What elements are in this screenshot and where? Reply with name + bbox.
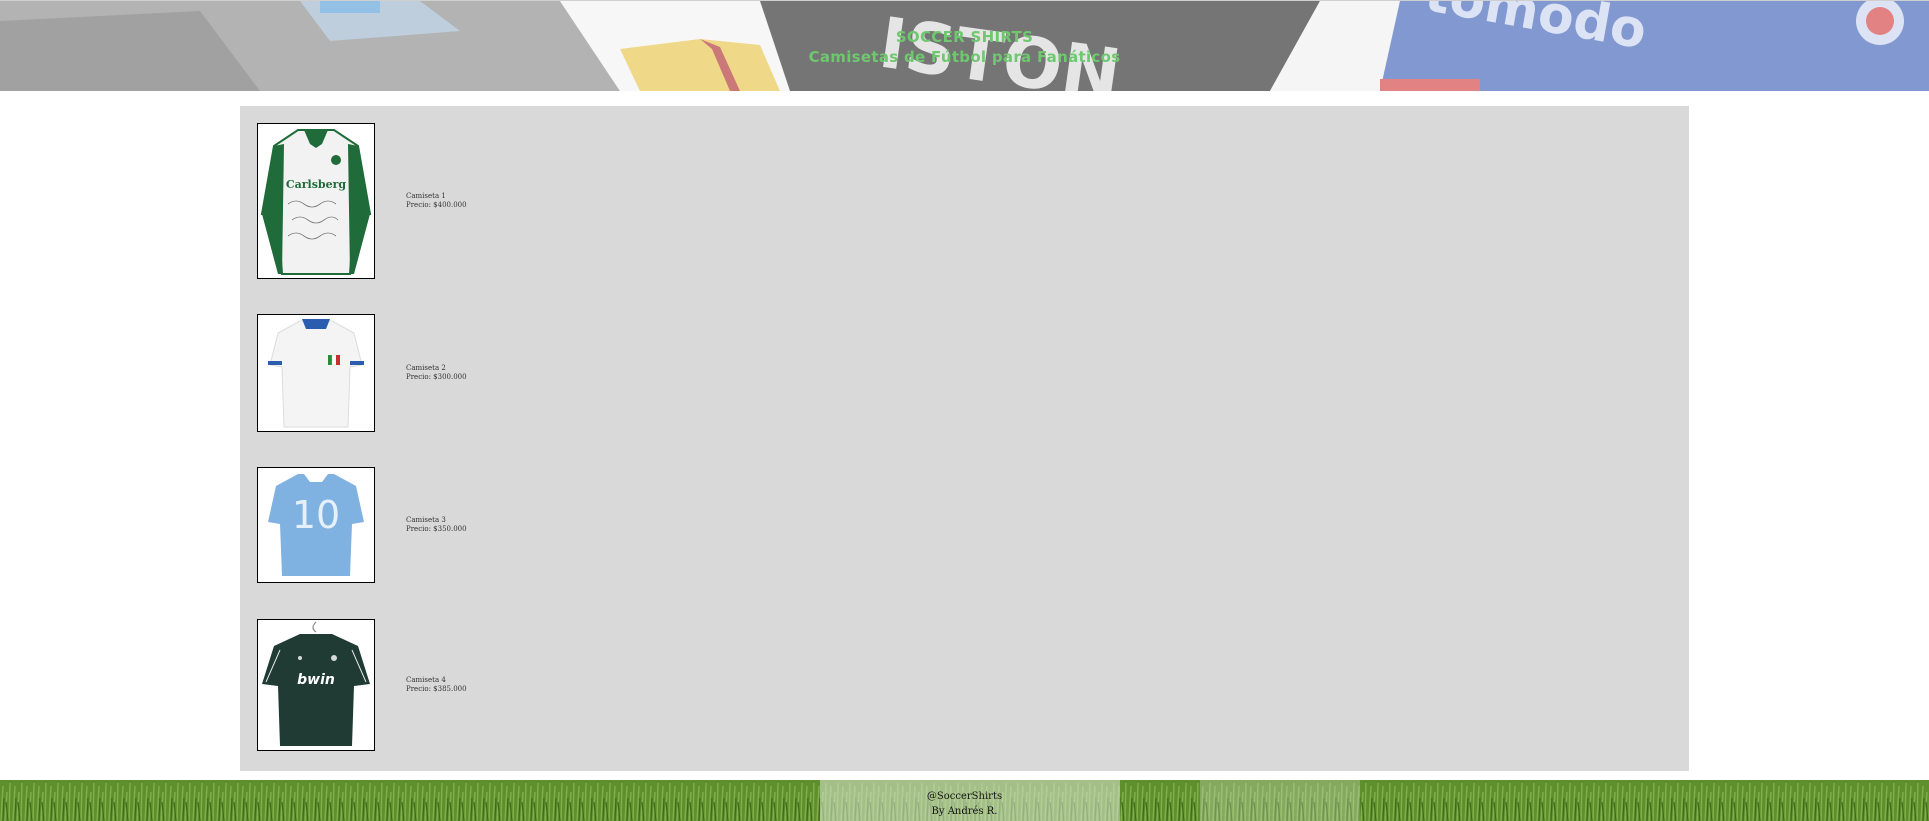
product-panel: Carlsberg Camiseta 1 Precio: $400.000 Ca…: [240, 106, 1689, 771]
footer: @SoccerShirts By Andrés R.: [0, 780, 1929, 821]
product-price: Precio: $300.000: [406, 373, 467, 381]
site-subtitle: Camisetas de Fútbol para Fanáticos: [808, 48, 1121, 66]
product-card-1[interactable]: Carlsberg Camiseta 1 Precio: $400.000: [257, 123, 467, 279]
product-info-4: Camiseta 4 Precio: $385.000: [406, 676, 467, 694]
product-price: Precio: $350.000: [406, 525, 467, 533]
product-info-2: Camiseta 2 Precio: $300.000: [406, 364, 467, 382]
product-image-3[interactable]: 10: [257, 467, 375, 583]
product-name: Camiseta 3: [406, 516, 446, 524]
footer-handle: @SoccerShirts: [926, 791, 1003, 802]
header-banner: ISTON tomodo SOCCER SHIRTS Camisetas de …: [0, 0, 1929, 91]
product-card-4[interactable]: bwin Camiseta 4 Precio: $385.000: [257, 619, 467, 751]
svg-text:Carlsberg: Carlsberg: [286, 178, 347, 191]
product-info-3: Camiseta 3 Precio: $350.000: [406, 516, 467, 534]
product-card-3[interactable]: 10 Camiseta 3 Precio: $350.000: [257, 467, 467, 583]
product-image-1[interactable]: Carlsberg: [257, 123, 375, 279]
product-price: Precio: $400.000: [406, 201, 467, 209]
product-image-2[interactable]: [257, 314, 375, 432]
product-name: Camiseta 2: [406, 364, 446, 372]
sky-blue-number-10-shirt-image: 10: [258, 468, 374, 582]
dark-green-bwin-shirt-image: bwin: [258, 620, 374, 750]
product-card-2[interactable]: Camiseta 2 Precio: $300.000: [257, 314, 467, 432]
svg-text:bwin: bwin: [297, 672, 335, 688]
product-price: Precio: $385.000: [406, 685, 467, 693]
product-image-4[interactable]: bwin: [257, 619, 375, 751]
white-italy-polo-shirt-image: [258, 315, 374, 431]
product-name: Camiseta 4: [406, 676, 446, 684]
footer-author: By Andrés R.: [931, 806, 998, 817]
product-name: Camiseta 1: [406, 192, 446, 200]
product-info-1: Camiseta 1 Precio: $400.000: [406, 192, 467, 210]
svg-text:10: 10: [292, 493, 340, 537]
site-title: SOCCER SHIRTS: [895, 28, 1034, 46]
signed-white-green-shirt-image: Carlsberg: [258, 124, 374, 278]
